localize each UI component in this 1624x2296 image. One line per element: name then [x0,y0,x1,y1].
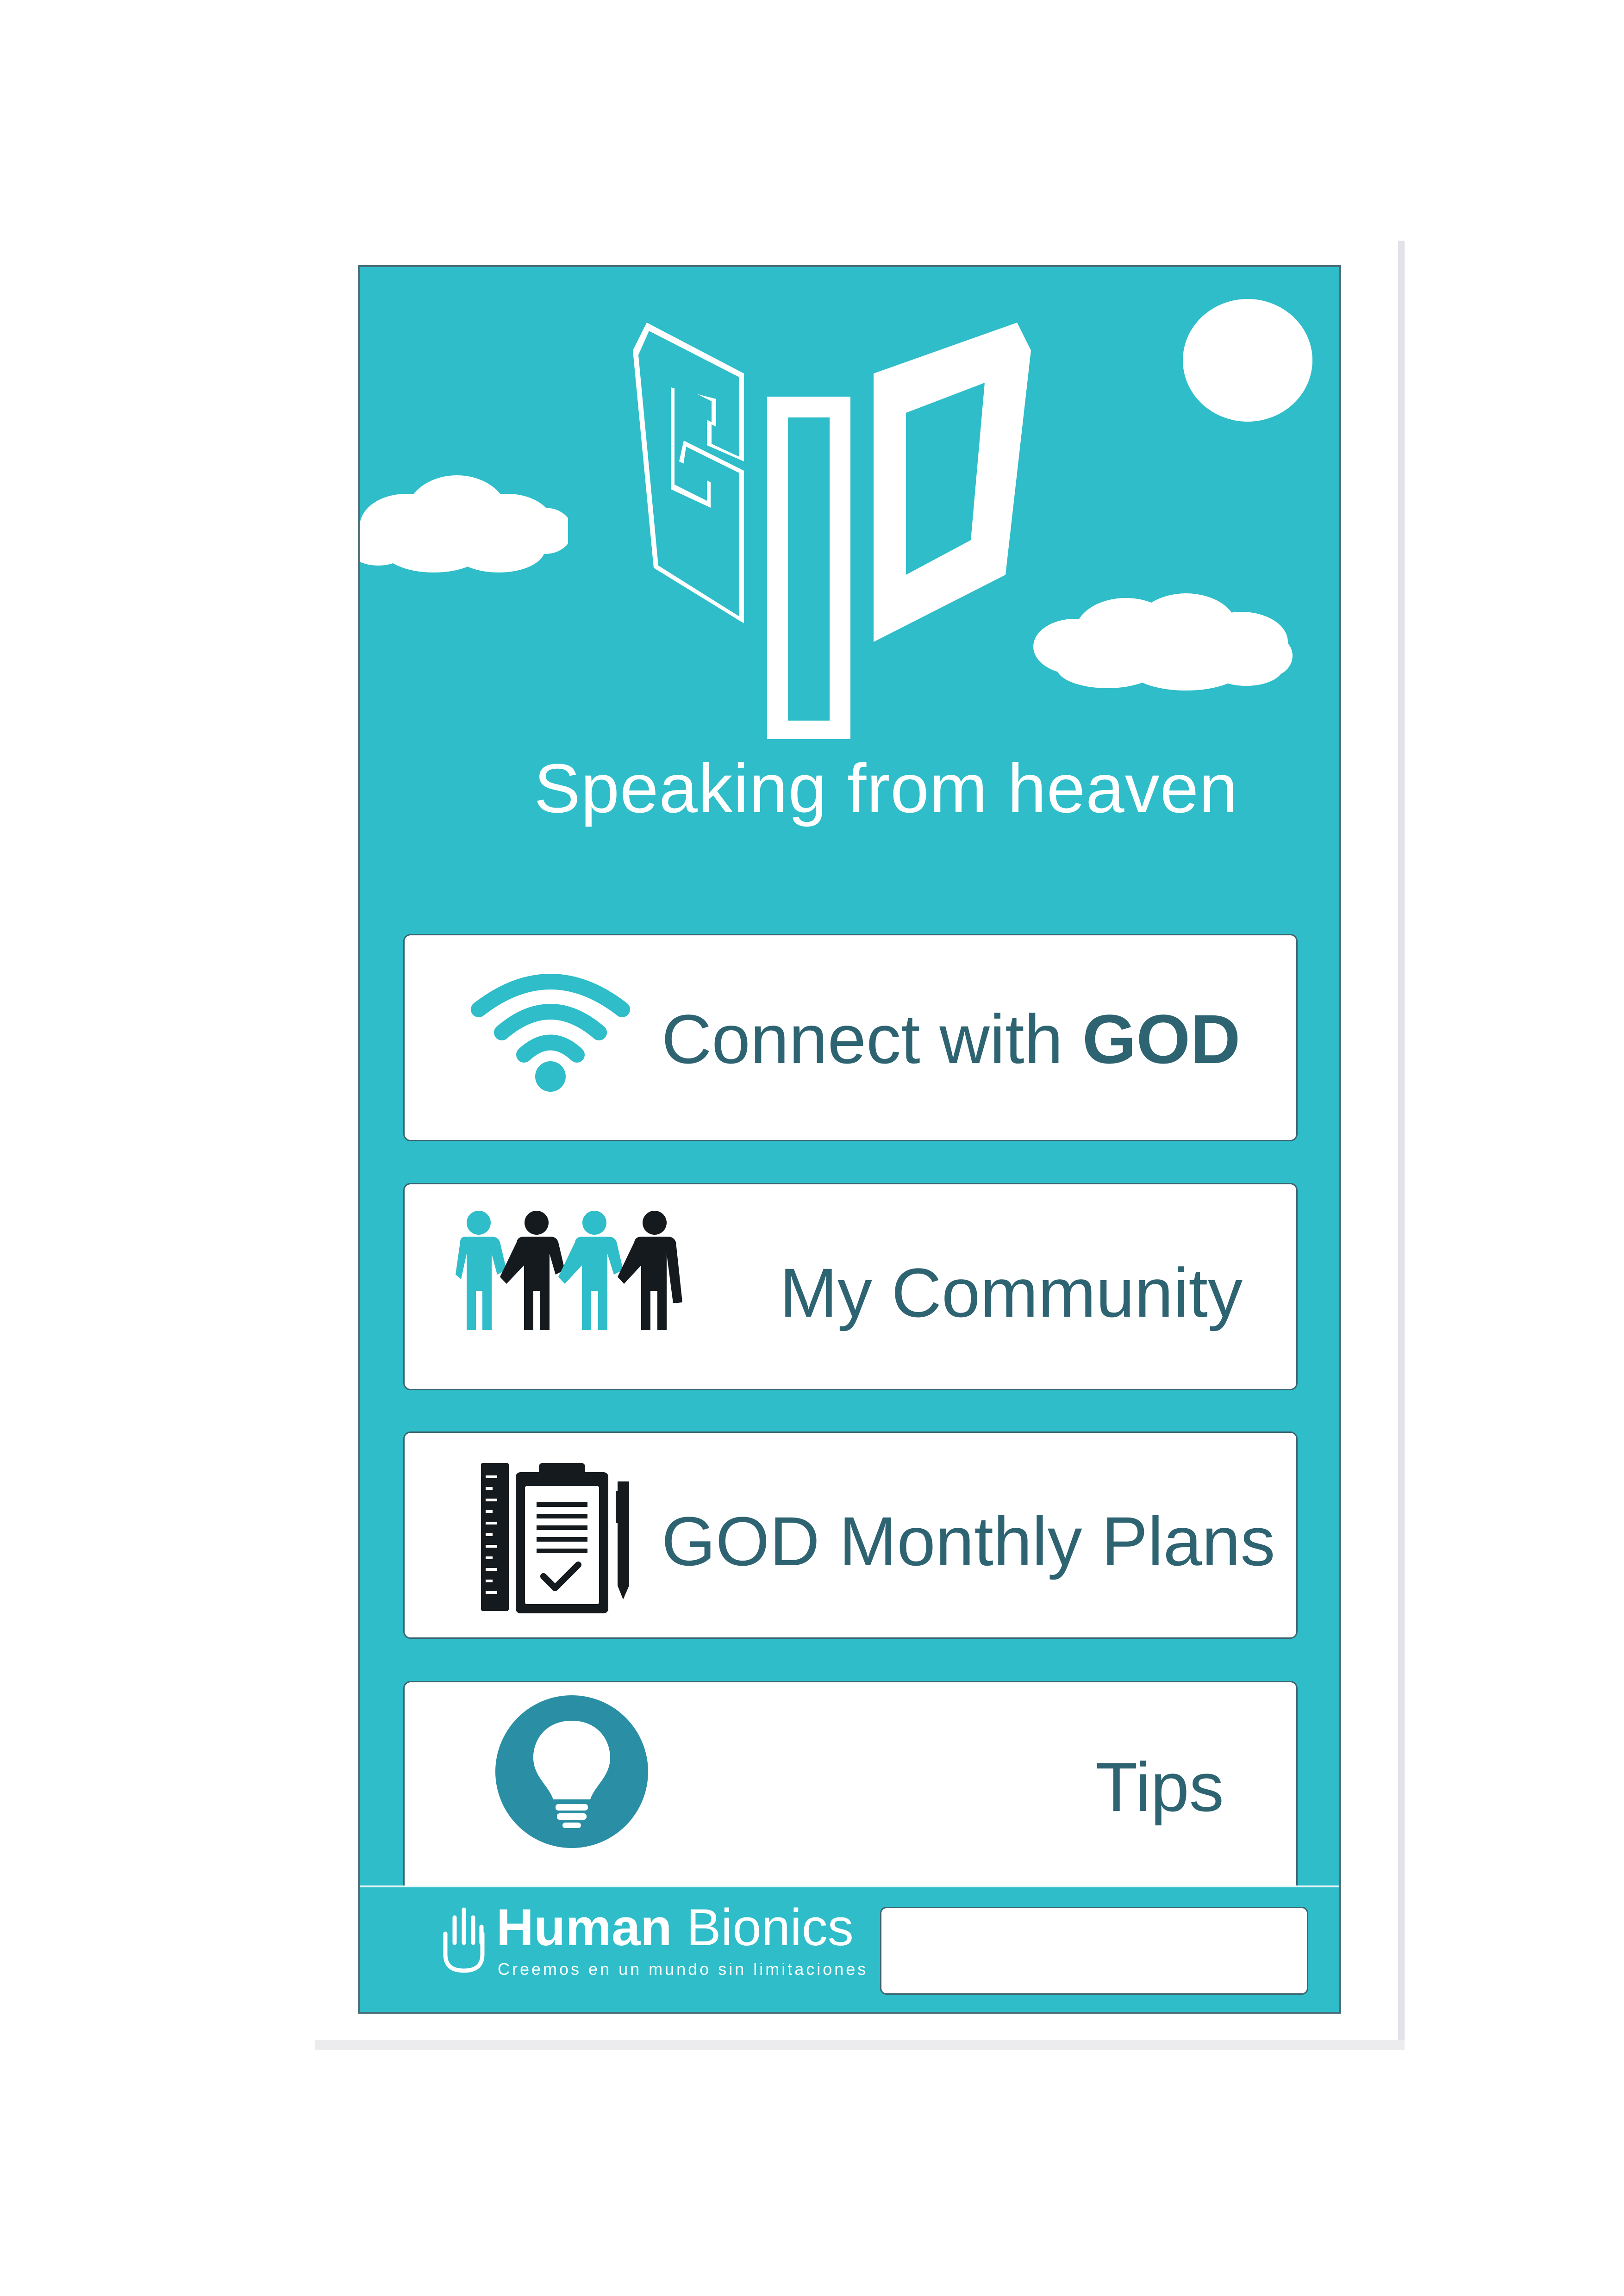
connect-with-god-button[interactable]: Connect with GOD [403,934,1298,1141]
community-people-icon [456,1211,682,1330]
monthly-plans-label: GOD Monthly Plans [662,1502,1275,1580]
page-shadow-bottom [315,2040,1405,2050]
connect-label: Connect with GOD [662,999,1240,1079]
wifi-icon [471,974,630,1092]
connect-label-bold: GOD [1082,1000,1241,1078]
cloud-left-icon [360,475,568,572]
footer-bar: Human Bionics Creemos en un mundo sin li… [360,1885,1339,2012]
tagline-text: Speaking from heaven [534,749,1238,827]
page-shadow-right [1398,241,1405,2050]
brand-light-text: Bionics [672,1898,854,1956]
brand-bold-text: Human [496,1898,672,1956]
my-community-label: My Community [780,1254,1243,1332]
tips-button[interactable]: Tips [403,1681,1298,1903]
tagline: Speaking from heaven [360,748,1339,828]
god-logo [633,323,1031,739]
god-monthly-plans-button[interactable]: GOD Monthly Plans [403,1431,1298,1639]
clipboard-plan-icon [481,1463,629,1613]
human-bionics-brand: Human Bionics [496,1898,854,1957]
footer-input-box[interactable] [880,1907,1308,1995]
app-screen: Speaking from heaven Connect with GOD My… [358,265,1341,2014]
my-community-button[interactable]: My Community [403,1183,1298,1390]
connect-label-text: Connect with [662,1000,1082,1078]
cloud-right-icon [1033,593,1293,691]
brand-slogan: Creemos en un mundo sin limitaciones [498,1960,868,1979]
tips-label: Tips [1095,1748,1224,1826]
lightbulb-icon [495,1695,648,1848]
sun-icon [1183,299,1312,422]
human-bionics-hand-icon [443,1907,485,1973]
